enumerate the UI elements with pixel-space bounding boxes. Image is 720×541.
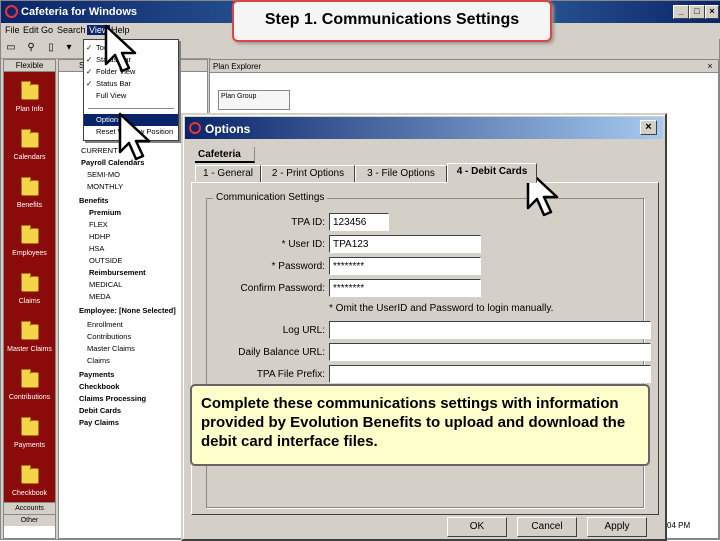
sidebar: Flexible Plan Info Calendars Benefits Em…: [3, 59, 56, 539]
tab-general[interactable]: 1 - General: [195, 165, 261, 183]
tree-node[interactable]: HSA: [89, 244, 104, 253]
new-document-icon[interactable]: ▯: [45, 42, 57, 54]
options-dialog: Options × Cafeteria 1 - General 2 - Prin…: [181, 113, 667, 541]
ok-button[interactable]: OK: [447, 517, 507, 537]
log-url-label: Log URL:: [282, 325, 325, 336]
tree-node[interactable]: MEDICAL: [89, 280, 122, 289]
dropdown-arrow-icon[interactable]: ▾: [63, 42, 75, 54]
tree-node[interactable]: SEMI-MO: [87, 170, 120, 179]
tpa-id-label: TPA ID:: [291, 217, 325, 228]
status-clock: 04 PM: [667, 521, 691, 530]
tree-node[interactable]: MEDA: [89, 292, 111, 301]
arrow-cursor-icon: [118, 112, 151, 161]
daily-balance-url-field[interactable]: [329, 343, 651, 361]
apply-button[interactable]: Apply: [587, 517, 647, 537]
log-url-field[interactable]: [329, 321, 651, 339]
password-label: * Password:: [271, 261, 325, 272]
tree-node[interactable]: Claims Processing: [79, 394, 146, 403]
password-field[interactable]: ********: [329, 257, 481, 275]
tree-node[interactable]: Checkbook: [79, 382, 119, 391]
login-note: * Omit the UserID and Password to login …: [329, 303, 554, 314]
folder-icon: [21, 465, 39, 484]
tpa-file-prefix-label: TPA File Prefix:: [256, 369, 325, 380]
tree-node[interactable]: HDHP: [89, 232, 110, 241]
tree-node[interactable]: CURRENT: [81, 146, 118, 155]
tree-node[interactable]: Premium: [89, 208, 121, 217]
check-icon: ✓: [86, 55, 93, 64]
user-id-field[interactable]: TPA123: [329, 235, 481, 253]
minimize-icon[interactable]: _: [673, 5, 689, 19]
menu-go[interactable]: Go: [41, 25, 53, 35]
confirm-password-label: Confirm Password:: [240, 283, 325, 294]
step-callout: Step 1. Communications Settings: [232, 0, 552, 42]
maximize-icon[interactable]: □: [689, 5, 705, 19]
sidebar-items: Plan Info Calendars Benefits Employees C…: [4, 72, 55, 502]
tab-debit-cards[interactable]: 4 - Debit Cards: [447, 163, 537, 183]
folder-icon: [21, 273, 39, 292]
tree-node[interactable]: Benefits: [79, 196, 109, 205]
tree-node[interactable]: Enrollment: [87, 320, 123, 329]
dialog-title: Options: [205, 122, 251, 136]
daily-balance-url-label: Daily Balance URL:: [238, 347, 325, 358]
folder-icon: [21, 417, 39, 436]
tab-strip: 1 - General 2 - Print Options 3 - File O…: [195, 163, 555, 183]
confirm-password-field[interactable]: ********: [329, 279, 481, 297]
tpa-id-field[interactable]: 123456: [329, 213, 389, 231]
group-label: Communication Settings: [213, 192, 328, 203]
tab-print-options[interactable]: 2 - Print Options: [261, 165, 355, 183]
tree-node[interactable]: Claims: [87, 356, 110, 365]
check-icon: ✓: [86, 43, 93, 52]
tree-node[interactable]: Pay Claims: [79, 418, 119, 427]
tab-file-options[interactable]: 3 - File Options: [355, 165, 447, 183]
tpa-file-prefix-field[interactable]: [329, 365, 651, 383]
check-icon: ✓: [86, 79, 93, 88]
close-icon[interactable]: ×: [705, 5, 719, 19]
folder-icon: [21, 81, 39, 100]
menu-item-status-bar-2[interactable]: ✓ Status Bar: [84, 78, 178, 90]
folder-icon: [21, 321, 39, 340]
dialog-title-bar: Options ×: [185, 117, 663, 139]
menu-file[interactable]: File: [5, 25, 20, 35]
app-logo-icon: [189, 122, 201, 134]
tree-node[interactable]: OUTSIDE: [89, 256, 122, 265]
folder-icon: [21, 225, 39, 244]
plan-group-grid: Plan Group: [218, 90, 290, 110]
folder-icon: [21, 177, 39, 196]
tree-node[interactable]: Payments: [79, 370, 114, 379]
check-icon: ✓: [86, 67, 93, 76]
tree-node[interactable]: MONTHLY: [87, 182, 123, 191]
tree-node[interactable]: Contributions: [87, 332, 131, 341]
menu-separator: [88, 108, 174, 109]
info-callout: Complete these communications settings w…: [190, 384, 650, 466]
binoculars-icon[interactable]: ⚲: [25, 42, 37, 54]
arrow-cursor-icon: [104, 24, 137, 73]
close-icon[interactable]: ×: [640, 120, 657, 135]
menu-item-full-view[interactable]: Full View: [84, 90, 178, 102]
app-title: Cafeteria for Windows: [21, 6, 138, 18]
sidebar-accounts[interactable]: Accounts: [4, 502, 55, 514]
menu-edit[interactable]: Edit: [23, 25, 39, 35]
plan-explorer-title: Plan Explorer: [210, 60, 718, 73]
sidebar-header[interactable]: Flexible: [4, 60, 55, 72]
cancel-button[interactable]: Cancel: [517, 517, 577, 537]
tree-node[interactable]: Debit Cards: [79, 406, 121, 415]
app-logo-icon: [5, 5, 18, 18]
folder-icon: [21, 369, 39, 388]
tree-node[interactable]: Employee: [None Selected]: [79, 306, 176, 315]
tree-node[interactable]: Reimbursement: [89, 268, 146, 277]
tree-node[interactable]: FLEX: [89, 220, 108, 229]
sidebar-other[interactable]: Other: [4, 514, 55, 526]
open-folder-icon[interactable]: ▭: [5, 42, 17, 54]
user-id-label: * User ID:: [281, 239, 325, 250]
close-icon[interactable]: ×: [705, 61, 715, 71]
tab-cafeteria[interactable]: Cafeteria: [195, 147, 255, 163]
tree-node[interactable]: Master Claims: [87, 344, 135, 353]
folder-icon: [21, 129, 39, 148]
menu-search[interactable]: Search: [57, 25, 86, 35]
